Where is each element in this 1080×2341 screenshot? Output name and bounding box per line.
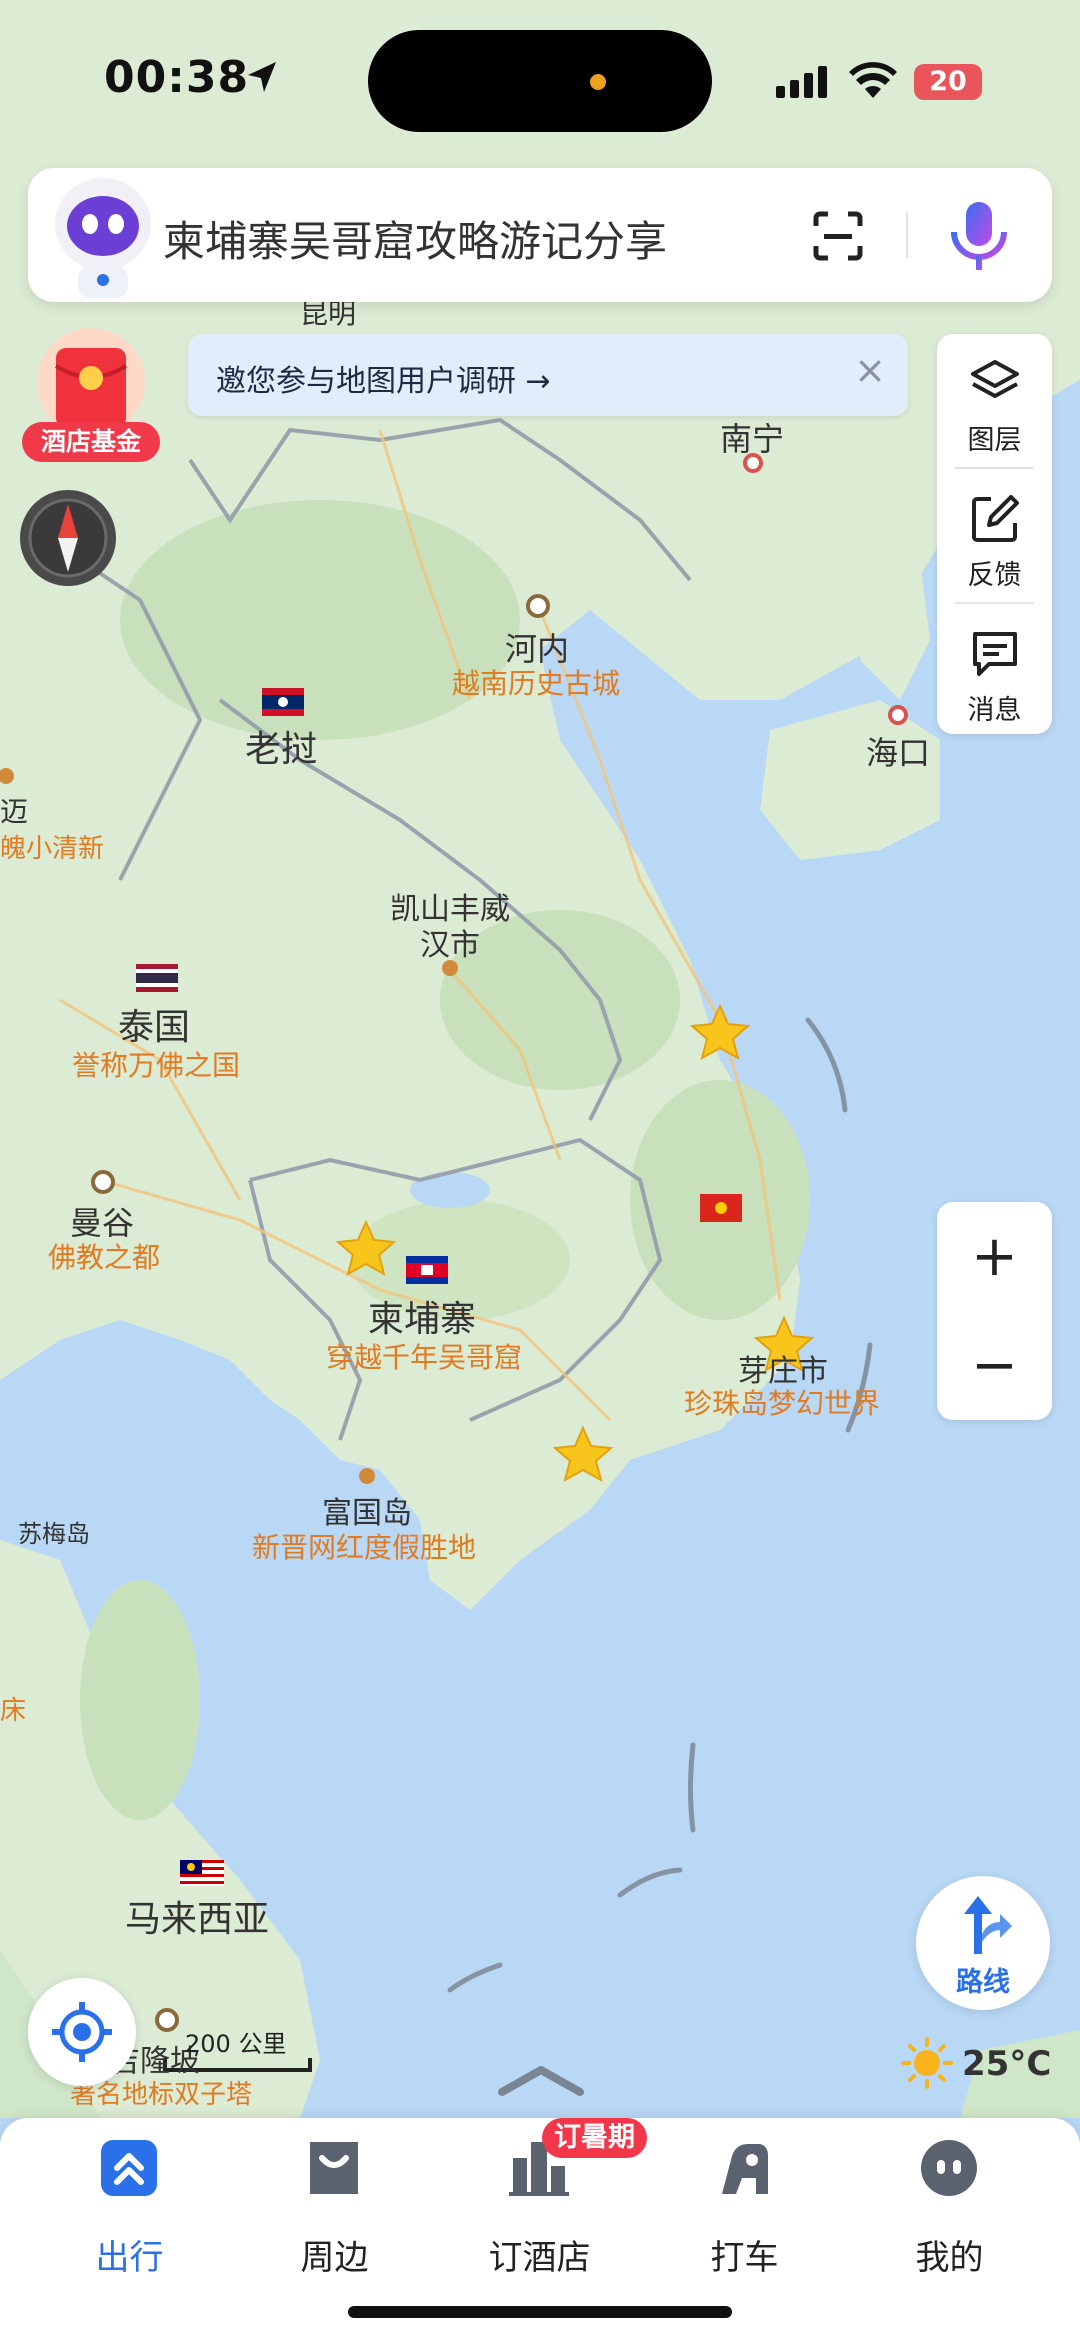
map-label-chiangmai-sub: 魄小清新 [0, 834, 105, 864]
map-label-sumei[interactable]: 苏梅岛 [18, 1514, 90, 1549]
map-label-thailand-sub: 誉称万佛之国 [72, 1049, 241, 1082]
city-dot-haikou [888, 705, 908, 725]
map-label-hanoi-sub: 越南历史古城 [452, 667, 621, 700]
messages-label: 消息 [967, 695, 1022, 726]
flag-vietnam-icon [700, 1194, 742, 1222]
zoom-in-button[interactable]: + [937, 1202, 1052, 1311]
sea-boundary-dash [688, 1742, 696, 1833]
flag-laos-icon [262, 688, 304, 716]
forest-patch [80, 1580, 200, 1820]
locate-me-button[interactable] [28, 1978, 136, 2086]
search-input[interactable]: 柬埔寨吴哥窟攻略游记分享 [163, 208, 667, 269]
edit-feedback-icon [972, 495, 1019, 542]
tab-taxi[interactable]: 打车 [642, 2138, 847, 2278]
map-label-nanning[interactable]: 南宁 [720, 414, 784, 460]
compass-icon [28, 498, 108, 578]
tab-mine-label: 我的 [915, 2238, 984, 2278]
tab-mine[interactable]: 我的 [847, 2138, 1052, 2278]
tab-nearby[interactable]: 周边 [232, 2138, 437, 2278]
scale-label: 200 公里 [185, 2030, 287, 2058]
flag-thailand-icon [136, 964, 178, 992]
map-label-nhatrang-sub: 珍珠岛梦幻世界 [684, 1387, 881, 1420]
cellular-signal-icon [776, 66, 827, 98]
weather-temperature: 25°C [962, 2044, 1052, 2084]
city-dot-phuquoc [359, 1468, 375, 1484]
layers-icon [971, 360, 1019, 398]
map-label-malaysia[interactable]: 马来西亚 [125, 1890, 269, 1942]
assistant-avatar-icon[interactable] [50, 174, 156, 302]
layers-button[interactable]: 图层 [937, 334, 1052, 467]
route-arrow-icon [964, 1896, 1012, 1954]
hotel-fund-button[interactable]: 酒店基金 [22, 326, 160, 464]
weather-widget[interactable]: 25°C [900, 2036, 1060, 2096]
layers-label: 图层 [967, 425, 1022, 456]
map-label-laos[interactable]: 老挝 [245, 720, 317, 772]
sheet-handle-icon[interactable] [496, 2062, 586, 2098]
flag-malaysia-icon [180, 1860, 224, 1886]
voice-mic-icon[interactable] [946, 198, 1012, 274]
status-time: 00:38 [104, 52, 250, 103]
search-divider [906, 212, 908, 258]
dynamic-island [368, 30, 712, 132]
side-control-panel: 图层 反馈 消息 [937, 334, 1052, 734]
zoom-control: + − [937, 1202, 1052, 1420]
map-label-haikou[interactable]: 海口 [866, 728, 930, 774]
locate-crosshair-icon [52, 2002, 112, 2062]
profile-icon [921, 2140, 977, 2196]
map-label-cambodia[interactable]: 柬埔寨 [368, 1290, 476, 1342]
travel-icon [101, 2140, 157, 2196]
scan-icon[interactable] [812, 210, 864, 262]
battery-indicator: 20 [914, 64, 982, 100]
city-dot-bangkok [91, 1170, 115, 1194]
location-arrow-icon [248, 62, 276, 92]
flag-cambodia-icon [406, 1256, 448, 1284]
search-bar[interactable]: 柬埔寨吴哥窟攻略游记分享 [28, 168, 1052, 302]
route-button[interactable]: 路线 [916, 1876, 1050, 2010]
survey-text[interactable]: 邀您参与地图用户调研 → [216, 356, 551, 400]
message-icon [973, 632, 1017, 676]
tab-hotel[interactable]: 订酒店 [437, 2138, 642, 2278]
tonle-sap-lake [410, 1172, 490, 1208]
tab-taxi-label: 打车 [710, 2238, 779, 2278]
sun-icon [901, 2037, 953, 2089]
route-label: 路线 [956, 1967, 1010, 1998]
nearby-icon [310, 2142, 358, 2194]
map-label-thailand[interactable]: 泰国 [118, 998, 190, 1050]
home-indicator [348, 2306, 732, 2318]
survey-banner[interactable]: 邀您参与地图用户调研 → × [188, 334, 908, 416]
map-label-chiangmai[interactable]: 迈 [0, 790, 28, 830]
wifi-icon [849, 62, 897, 98]
messages-button[interactable]: 消息 [937, 604, 1052, 737]
feedback-button[interactable]: 反馈 [937, 469, 1052, 602]
zoom-out-button[interactable]: − [937, 1311, 1052, 1420]
map-label-cambodia-sub: 穿越千年吴哥窟 [326, 1341, 523, 1374]
feedback-label: 反馈 [967, 560, 1022, 591]
forest-patch [120, 500, 520, 740]
city-dot-kl [155, 2008, 179, 2032]
hotel-fund-label: 酒店基金 [22, 422, 160, 462]
map-label-bangkok-sub: 佛教之都 [48, 1241, 161, 1274]
red-envelope-icon [37, 328, 145, 436]
map-label-phuquoc-sub: 新晋网红度假胜地 [252, 1531, 477, 1564]
tab-travel-label: 出行 [95, 2238, 164, 2278]
tab-nearby-label: 周边 [300, 2238, 369, 2278]
compass-button[interactable] [20, 490, 116, 586]
summer-promo-badge: 订暑期 [542, 2118, 647, 2158]
tab-travel[interactable]: 出行 [27, 2138, 232, 2278]
city-dot-hanoi [526, 594, 550, 618]
tab-hotel-label: 订酒店 [488, 2238, 591, 2278]
map-label-savannakhet-2[interactable]: 汉市 [420, 920, 480, 964]
taxi-icon [722, 2144, 768, 2194]
map-label-left-fragment: 床 [0, 1696, 27, 1726]
privacy-dot [590, 74, 606, 90]
survey-close-button[interactable]: × [854, 348, 886, 392]
